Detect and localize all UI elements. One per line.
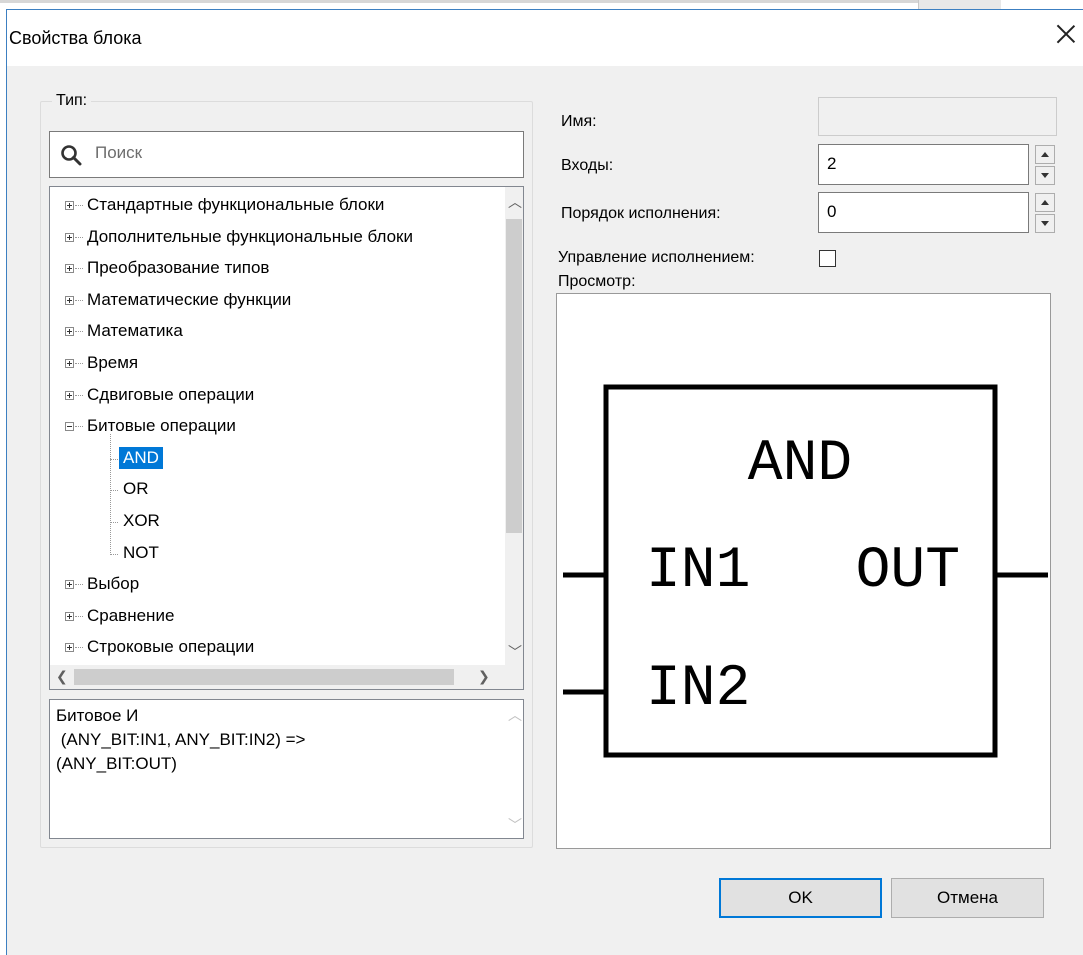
expand-icon[interactable] <box>65 390 74 400</box>
scroll-corner <box>505 665 523 689</box>
tree-category-label: Сравнение <box>87 605 175 625</box>
type-tree[interactable]: Стандартные функциональные блоки Дополнит… <box>49 186 524 690</box>
tree-category-label: Сдвиговые операции <box>87 384 255 404</box>
ok-button[interactable]: OK <box>719 878 882 918</box>
scroll-right-arrow-icon[interactable]: ❯ <box>478 669 490 683</box>
scroll-down-arrow-icon[interactable]: ﹀ <box>508 645 522 659</box>
inputs-spinner[interactable] <box>1035 145 1055 185</box>
inputs-value: 2 <box>827 154 837 173</box>
expand-icon[interactable] <box>65 359 74 368</box>
inputs-increment-button[interactable] <box>1035 145 1055 164</box>
collapse-icon[interactable] <box>65 422 74 432</box>
inputs-decrement-button[interactable] <box>1035 166 1055 185</box>
output-label-1: OUT <box>856 539 960 604</box>
expand-icon[interactable] <box>65 580 74 590</box>
tree-connector <box>75 426 83 428</box>
tree-connector <box>110 458 118 460</box>
scroll-down-arrow-icon: ﹀ <box>508 817 522 833</box>
inputs-field[interactable]: 2 <box>818 144 1029 185</box>
block-name-text: AND <box>748 432 852 497</box>
tree-connector <box>75 363 83 364</box>
tree-category-label: Битовые операции <box>87 416 236 436</box>
background-window-control <box>918 0 1001 9</box>
name-field <box>818 97 1057 136</box>
inputs-label: Входы: <box>561 157 614 174</box>
order-value: 0 <box>827 202 837 221</box>
tree-category-label: Дополнительные функциональные блоки <box>87 226 413 246</box>
type-description: Битовое И (ANY_BIT:IN1, ANY_BIT:IN2) => … <box>56 706 306 773</box>
cancel-button[interactable]: Отмена <box>891 878 1044 918</box>
tree-leaf-label: NOT <box>123 542 159 562</box>
background-window-bar <box>0 0 1000 3</box>
tree-leaf-label: OR <box>123 479 149 499</box>
expand-icon[interactable] <box>65 201 74 210</box>
description-scrollbar: ︿ ﹀ <box>506 700 523 838</box>
order-field[interactable]: 0 <box>818 192 1029 233</box>
block-preview: AND IN1 OUT IN2 <box>556 293 1051 849</box>
dialog-title: Свойства блока <box>9 28 142 48</box>
tree-connector <box>75 647 83 649</box>
close-icon[interactable] <box>1053 22 1079 48</box>
tree-category-label: Математические функции <box>87 289 292 309</box>
preview-label: Просмотр: <box>558 273 636 290</box>
scroll-up-arrow-icon[interactable]: ︿ <box>508 195 522 209</box>
tree-connector <box>75 299 83 301</box>
block-preview-drawing: AND IN1 OUT IN2 <box>563 384 1048 758</box>
expand-icon[interactable] <box>65 295 74 305</box>
tree-vertical-scrollbar[interactable]: ︿ ﹀ <box>505 187 523 665</box>
input-label-2: IN2 <box>646 657 750 722</box>
exec-control-checkbox[interactable] <box>819 250 836 267</box>
tree-connector <box>75 615 83 617</box>
tree-category-label: Строковые операции <box>87 637 255 657</box>
tree-category-label: Преобразование типов <box>87 258 270 278</box>
tree-leaf-label: AND <box>119 446 163 469</box>
order-label: Порядок исполнения: <box>561 205 721 222</box>
tree-connector <box>75 584 83 586</box>
search-input[interactable]: Поиск <box>49 131 524 178</box>
expand-icon[interactable] <box>65 232 74 242</box>
order-decrement-button[interactable] <box>1035 214 1055 233</box>
tree-connector <box>75 394 83 396</box>
tree-leaf-label: XOR <box>123 511 160 530</box>
tree-horizontal-scrollbar[interactable]: ❮ ❯ <box>50 665 505 689</box>
tree-connector <box>110 522 118 523</box>
expand-icon[interactable] <box>65 264 74 274</box>
search-icon <box>61 145 82 166</box>
order-increment-button[interactable] <box>1035 193 1055 212</box>
tree-category-label: Стандартные функциональные блоки <box>87 195 385 214</box>
tree-category-label: Выбор <box>87 574 140 594</box>
tree-connector <box>75 331 83 333</box>
expand-icon[interactable] <box>65 611 74 621</box>
tree-category-label: Время <box>87 353 139 372</box>
tree-connector <box>110 490 118 492</box>
tree-connector <box>75 205 83 206</box>
scroll-left-arrow-icon[interactable]: ❮ <box>56 669 68 683</box>
name-label: Имя: <box>561 113 597 130</box>
tree-category-label: Математика <box>87 321 183 341</box>
order-spinner[interactable] <box>1035 193 1055 233</box>
title-bar: Свойства блока <box>7 10 1083 66</box>
tree-connector <box>110 553 118 555</box>
expand-icon[interactable] <box>65 327 74 337</box>
background-window-edge <box>0 0 1083 9</box>
tree-connector <box>75 268 83 270</box>
tree-connector <box>75 236 83 238</box>
type-label: Тип: <box>52 92 92 110</box>
scroll-up-arrow-icon: ︿ <box>508 707 522 723</box>
expand-icon[interactable] <box>65 643 74 653</box>
exec-control-label: Управление исполнением: <box>558 249 755 266</box>
input-label-1: IN1 <box>646 539 750 604</box>
type-description-box: Битовое И (ANY_BIT:IN1, ANY_BIT:IN2) => … <box>49 699 524 839</box>
tree-connector <box>110 434 111 553</box>
search-placeholder: Поиск <box>95 143 143 162</box>
tree-horizontal-scroll-thumb[interactable] <box>74 669 454 685</box>
tree-vertical-scroll-thumb[interactable] <box>506 219 522 533</box>
